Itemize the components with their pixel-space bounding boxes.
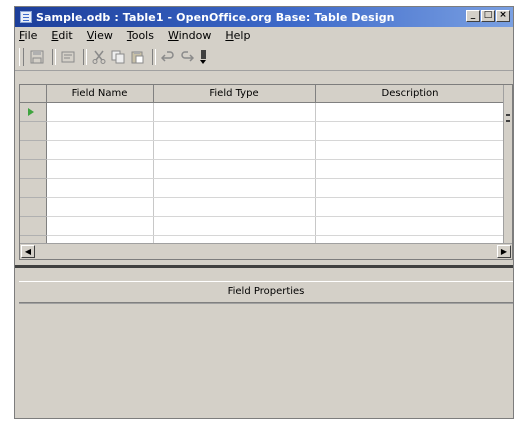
title-bar: Sample.odb : Table1 - OpenOffice.org Bas… xyxy=(15,7,513,27)
description-cell[interactable] xyxy=(315,216,506,236)
paste-icon[interactable] xyxy=(129,49,145,65)
description-cell[interactable] xyxy=(315,197,506,217)
scroll-right-button[interactable]: ▶ xyxy=(497,245,511,258)
row-selector[interactable] xyxy=(20,197,47,217)
description-cell[interactable] xyxy=(315,178,506,198)
row-selector[interactable] xyxy=(20,140,47,160)
row-selector[interactable] xyxy=(20,178,47,198)
scroll-mark xyxy=(506,120,510,122)
current-row-arrow-icon xyxy=(28,108,34,116)
scroll-left-button[interactable]: ◀ xyxy=(21,245,35,258)
app-icon xyxy=(20,11,32,23)
field-name-cell[interactable] xyxy=(46,178,154,198)
menu-bar: File Edit View Tools Window Help xyxy=(15,27,513,44)
column-header-description[interactable]: Description xyxy=(315,85,506,103)
more-icon[interactable] xyxy=(200,49,206,65)
description-cell[interactable] xyxy=(315,102,506,122)
field-grid: Field Name Field Type Description ◀ ▶ xyxy=(19,84,513,260)
table-row[interactable] xyxy=(20,140,506,160)
menu-file[interactable]: File xyxy=(19,29,37,42)
vertical-scrollbar[interactable] xyxy=(503,85,512,243)
table-row[interactable] xyxy=(20,159,506,179)
edit-icon[interactable] xyxy=(60,49,76,65)
row-header-corner[interactable] xyxy=(20,85,47,103)
column-header-field-name[interactable]: Field Name xyxy=(46,85,154,103)
field-properties-body xyxy=(19,303,513,416)
scroll-mark xyxy=(506,114,510,116)
pane-splitter[interactable] xyxy=(15,265,513,268)
grid-body xyxy=(20,102,506,255)
toolbar-separator xyxy=(83,49,87,65)
maximize-button[interactable]: □ xyxy=(481,10,495,22)
field-name-cell[interactable] xyxy=(46,121,154,141)
field-type-cell[interactable] xyxy=(153,178,316,198)
field-name-cell[interactable] xyxy=(46,159,154,179)
field-name-cell[interactable] xyxy=(46,102,154,122)
field-table: Field Name Field Type Description xyxy=(20,85,506,255)
close-button[interactable]: × xyxy=(496,10,510,22)
menu-view[interactable]: View xyxy=(87,29,113,42)
table-row[interactable] xyxy=(20,121,506,141)
grid-header-row: Field Name Field Type Description xyxy=(20,85,506,103)
field-type-cell[interactable] xyxy=(153,140,316,160)
field-properties-title: Field Properties xyxy=(19,281,513,303)
description-cell[interactable] xyxy=(315,140,506,160)
toolbar-separator xyxy=(52,49,56,65)
window-title: Sample.odb : Table1 - OpenOffice.org Bas… xyxy=(36,10,395,24)
toolbar-grip[interactable] xyxy=(19,48,24,66)
column-header-field-type[interactable]: Field Type xyxy=(153,85,316,103)
toolbar-separator xyxy=(152,49,156,65)
field-type-cell[interactable] xyxy=(153,121,316,141)
save-icon[interactable] xyxy=(29,49,45,65)
description-cell[interactable] xyxy=(315,159,506,179)
row-selector[interactable] xyxy=(20,216,47,236)
row-selector[interactable] xyxy=(20,121,47,141)
horizontal-scrollbar[interactable]: ◀ ▶ xyxy=(20,243,512,259)
table-row[interactable] xyxy=(20,102,506,122)
cut-icon[interactable] xyxy=(91,49,107,65)
description-cell[interactable] xyxy=(315,121,506,141)
redo-icon[interactable] xyxy=(179,49,195,65)
row-selector[interactable] xyxy=(20,102,47,122)
app-window: Sample.odb : Table1 - OpenOffice.org Bas… xyxy=(14,6,514,419)
field-type-cell[interactable] xyxy=(153,197,316,217)
field-type-cell[interactable] xyxy=(153,159,316,179)
minimize-button[interactable]: _ xyxy=(466,10,480,22)
field-type-cell[interactable] xyxy=(153,216,316,236)
field-properties-panel: Field Properties xyxy=(19,270,513,418)
menu-window[interactable]: Window xyxy=(168,29,211,42)
menu-help[interactable]: Help xyxy=(225,29,250,42)
copy-icon[interactable] xyxy=(110,49,126,65)
menu-tools[interactable]: Tools xyxy=(127,29,154,42)
field-name-cell[interactable] xyxy=(46,216,154,236)
field-name-cell[interactable] xyxy=(46,140,154,160)
table-row[interactable] xyxy=(20,178,506,198)
table-row[interactable] xyxy=(20,197,506,217)
field-type-cell[interactable] xyxy=(153,102,316,122)
window-controls: _ □ × xyxy=(466,10,510,22)
field-name-cell[interactable] xyxy=(46,197,154,217)
table-row[interactable] xyxy=(20,216,506,236)
menu-edit[interactable]: Edit xyxy=(51,29,72,42)
undo-icon[interactable] xyxy=(160,49,176,65)
row-selector[interactable] xyxy=(20,159,47,179)
standard-toolbar xyxy=(15,44,513,71)
